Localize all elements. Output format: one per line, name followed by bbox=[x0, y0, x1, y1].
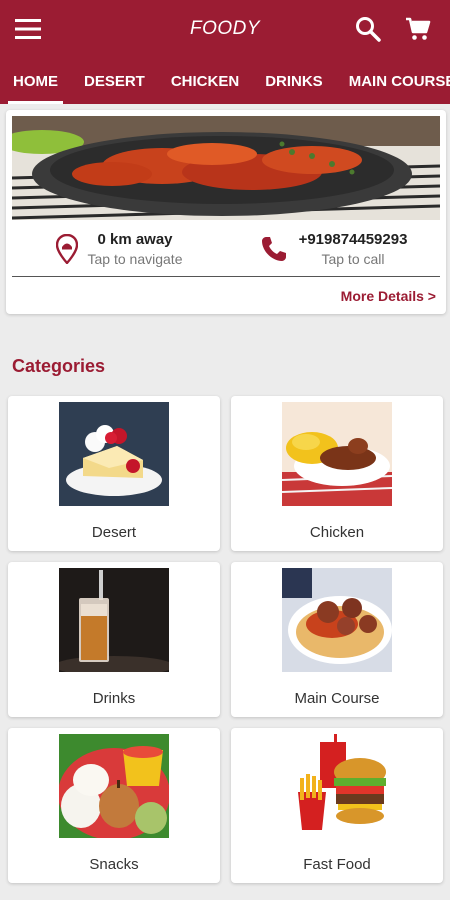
category-card-drinks[interactable]: Drinks bbox=[8, 562, 220, 717]
card-divider bbox=[12, 276, 440, 277]
tab-drinks[interactable]: DRINKS bbox=[252, 58, 336, 104]
phone-number: +919874459293 bbox=[298, 231, 408, 248]
cart-icon bbox=[406, 17, 431, 40]
more-details-link[interactable]: More Details > bbox=[341, 288, 436, 304]
menu-button[interactable] bbox=[14, 15, 42, 43]
restaurant-info-row: 0 km away Tap to navigate +919874459293 … bbox=[12, 224, 440, 274]
fast-food-image bbox=[282, 734, 392, 838]
category-label: Drinks bbox=[92, 690, 136, 707]
chicken-image bbox=[282, 402, 392, 506]
category-card-snacks[interactable]: Snacks bbox=[8, 728, 220, 883]
phone-icon bbox=[261, 237, 286, 261]
category-card-chicken[interactable]: Chicken bbox=[231, 396, 443, 551]
restaurant-card: 0 km away Tap to navigate +919874459293 … bbox=[6, 110, 446, 314]
tab-home[interactable]: HOME bbox=[0, 58, 71, 104]
category-tabs: HOME DESERT CHICKEN DRINKS MAIN COURSE bbox=[0, 58, 450, 104]
category-label: Chicken bbox=[309, 524, 365, 541]
desert-image bbox=[59, 402, 169, 506]
category-label: Main Course bbox=[294, 690, 380, 707]
menu-icon bbox=[15, 19, 41, 39]
category-card-fast-food[interactable]: Fast Food bbox=[231, 728, 443, 883]
category-label: Fast Food bbox=[303, 856, 371, 873]
categories-heading: Categories bbox=[12, 356, 106, 376]
cart-button[interactable] bbox=[404, 15, 432, 43]
distance-text: 0 km away bbox=[97, 231, 173, 248]
call-hint: Tap to call bbox=[321, 251, 385, 267]
main-course-image bbox=[282, 568, 392, 672]
categories-grid: Desert Chicken Drinks Main Course Snacks… bbox=[8, 396, 444, 883]
call-action[interactable]: +919874459293 Tap to call bbox=[226, 224, 440, 274]
category-card-main-course[interactable]: Main Course bbox=[231, 562, 443, 717]
category-label: Snacks bbox=[89, 856, 139, 873]
navigate-hint: Tap to navigate bbox=[87, 251, 183, 267]
drinks-image bbox=[59, 568, 169, 672]
snacks-image bbox=[59, 734, 169, 838]
restaurant-hero-image bbox=[12, 116, 440, 220]
tab-main-course[interactable]: MAIN COURSE bbox=[336, 58, 450, 104]
app-header: FOODY bbox=[0, 0, 450, 58]
location-pin-icon bbox=[55, 234, 78, 264]
search-button[interactable] bbox=[354, 15, 382, 43]
tab-desert[interactable]: DESERT bbox=[71, 58, 158, 104]
tab-chicken[interactable]: CHICKEN bbox=[158, 58, 252, 104]
navigate-action[interactable]: 0 km away Tap to navigate bbox=[12, 224, 226, 274]
search-icon bbox=[356, 17, 381, 42]
category-label: Desert bbox=[91, 524, 137, 541]
category-card-desert[interactable]: Desert bbox=[8, 396, 220, 551]
